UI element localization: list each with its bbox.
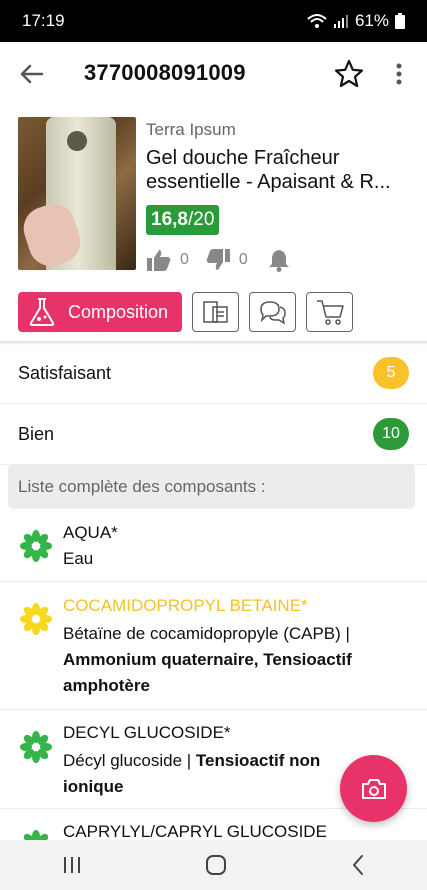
battery-percent: 61%	[354, 11, 389, 30]
ingredient-item-aqua[interactable]: AQUA* Eau	[0, 510, 427, 582]
dislikes-count: 0	[238, 251, 248, 268]
thumbs-down-icon[interactable]	[205, 248, 231, 272]
ingredient-description-text: Bétaïne de cocamidopropyle (CAPB) |	[63, 624, 350, 643]
count-badge: 10	[373, 418, 409, 450]
home-icon[interactable]	[205, 854, 227, 876]
recent-apps-icon[interactable]	[61, 855, 83, 875]
brand-logo	[67, 131, 87, 151]
app-bar: 3770008091009	[0, 42, 427, 106]
flask-icon	[29, 298, 55, 326]
more-options-icon[interactable]	[388, 60, 410, 88]
ingredient-name: CAPRYLYL/CAPRYL GLUCOSIDE	[63, 822, 327, 841]
product-name: Gel douche Fraîcheur essentielle - Apais…	[146, 146, 416, 194]
flower-icon	[20, 731, 52, 763]
product-card: Terra Ipsum Gel douche Fraîcheur essenti…	[18, 116, 418, 276]
comments-icon	[259, 301, 286, 325]
likes-count: 0	[180, 251, 189, 268]
product-name-line-1: Gel douche Fraîcheur	[146, 147, 340, 169]
ingredient-item-cocamidopropyl-betaine[interactable]: COCAMIDOPROPYL BETAINE* Bétaïne de cocam…	[0, 583, 427, 710]
camera-button[interactable]	[340, 755, 407, 822]
summary-row-bien[interactable]: Bien 10	[0, 404, 427, 465]
thumbs-up-icon[interactable]	[146, 248, 172, 272]
bell-icon[interactable]	[268, 248, 290, 272]
back-icon[interactable]	[350, 854, 366, 876]
star-icon[interactable]	[333, 58, 365, 90]
shopping-cart-icon	[316, 300, 344, 325]
page-title: 3770008091009	[84, 60, 246, 85]
product-name-line-2: essentielle - Apaisant & R...	[146, 171, 391, 193]
battery-icon	[395, 13, 405, 29]
status-bar: 17:19 61%	[0, 0, 427, 42]
system-nav-bar	[0, 840, 427, 890]
summary-label: Bien	[18, 423, 55, 444]
flower-icon	[20, 530, 52, 562]
ingredient-name: DECYL GLUCOSIDE*	[63, 723, 231, 742]
action-row: Composition	[18, 292, 353, 332]
ingredient-function: Ammonium quaternaire, Tensioactif amphot…	[63, 650, 352, 695]
ingredient-description-text: Décyl glucoside |	[63, 751, 196, 770]
composition-tab[interactable]: Composition	[18, 292, 182, 332]
score-badge: 16,8/20	[146, 205, 220, 235]
ingredient-description: Eau	[63, 549, 94, 568]
flower-icon	[20, 603, 52, 635]
summary-row-satisfaisant[interactable]: Satisfaisant 5	[0, 343, 427, 404]
score-value: 16,8	[151, 209, 188, 230]
ingredient-description: Décyl glucoside | Tensioactif non ioniqu…	[63, 748, 353, 800]
back-arrow-icon[interactable]	[18, 60, 46, 88]
ingredient-name: COCAMIDOPROPYL BETAINE*	[63, 596, 308, 615]
product-image[interactable]	[18, 117, 136, 270]
composition-label: Composition	[68, 301, 169, 322]
product-info-icon	[202, 301, 228, 323]
status-time: 17:19	[22, 11, 65, 30]
count-badge: 5	[373, 357, 409, 389]
reactions-row: 0 0	[146, 248, 290, 272]
score-max: /20	[187, 209, 215, 230]
ingredient-name: AQUA*	[63, 523, 118, 542]
status-icons: 61%	[307, 11, 405, 31]
signal-icon	[333, 15, 348, 28]
ingredients-list-header: Liste complète des composants :	[8, 464, 415, 509]
comments-tab[interactable]	[249, 292, 296, 332]
product-brand: Terra Ipsum	[146, 120, 236, 139]
ingredient-description: Bétaïne de cocamidopropyle (CAPB) | Ammo…	[63, 621, 408, 699]
wifi-icon	[307, 14, 327, 28]
camera-icon	[361, 778, 386, 799]
product-info-tab[interactable]	[192, 292, 239, 332]
shop-tab[interactable]	[306, 292, 353, 332]
summary-label: Satisfaisant	[18, 362, 112, 383]
